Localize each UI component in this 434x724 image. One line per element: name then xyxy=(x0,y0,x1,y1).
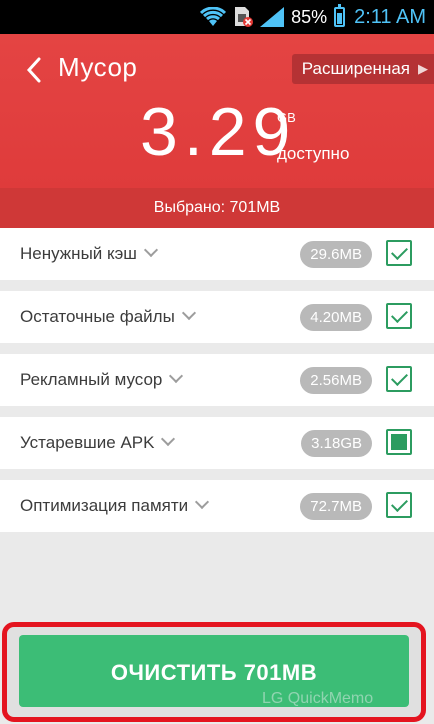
chevron-down-icon[interactable] xyxy=(169,368,184,384)
chevron-down-icon[interactable] xyxy=(195,494,210,510)
list-item[interactable]: Оптимизация памяти 72.7MB xyxy=(0,480,434,532)
chevron-down-icon[interactable] xyxy=(143,242,159,258)
item-label: Устаревшие APK xyxy=(20,417,176,469)
list-item[interactable]: Ненужный кэш 29.6MB xyxy=(0,228,434,280)
size-badge: 72.7MB xyxy=(300,493,372,520)
item-label: Оптимизация памяти xyxy=(20,480,210,532)
size-badge: 2.56MB xyxy=(300,367,372,394)
item-label-text: Ненужный кэш xyxy=(20,244,137,263)
chevron-left-icon xyxy=(26,57,41,83)
item-label-text: Рекламный мусор xyxy=(20,370,163,389)
item-checkbox[interactable] xyxy=(386,492,412,518)
advanced-button-label: Расширенная xyxy=(301,59,410,78)
list-item[interactable]: Остаточные файлы 4.20MB xyxy=(0,291,434,343)
triangle-right-icon: ▶ xyxy=(418,61,428,76)
status-icons: 85% 2:11 AM xyxy=(200,0,426,34)
item-label-text: Оптимизация памяти xyxy=(20,496,189,515)
size-badge: 3.18GB xyxy=(301,430,372,457)
item-checkbox[interactable] xyxy=(386,303,412,329)
header: Мусор Расширенная ▶ 3.29 GB доступно xyxy=(0,34,434,188)
sim-card-blocked-icon xyxy=(235,7,254,27)
wifi-icon xyxy=(200,7,227,26)
item-label-text: Устаревшие APK xyxy=(20,433,155,452)
page-title: Мусор xyxy=(58,52,138,82)
chevron-down-icon[interactable] xyxy=(181,305,196,321)
advanced-button[interactable]: Расширенная ▶ xyxy=(291,54,434,84)
clock: 2:11 AM xyxy=(354,5,426,28)
size-badge: 29.6MB xyxy=(300,241,372,268)
list-item[interactable]: Устаревшие APK 3.18GB xyxy=(0,417,434,469)
watermark: LG QuickMemo xyxy=(262,690,374,707)
available-label: доступно xyxy=(277,144,350,163)
item-checkbox[interactable] xyxy=(386,240,412,266)
size-badge: 4.20MB xyxy=(300,304,372,331)
item-label: Рекламный мусор xyxy=(20,354,184,406)
item-checkbox[interactable] xyxy=(386,366,412,392)
battery-charging-icon xyxy=(334,4,346,27)
item-label: Остаточные файлы xyxy=(20,291,196,343)
chevron-down-icon[interactable] xyxy=(161,431,176,447)
selected-summary: Выбрано: 701MB xyxy=(0,188,434,228)
battery-percent: 85% xyxy=(291,6,328,27)
amount-unit: GB xyxy=(277,110,296,125)
status-bar: 85% 2:11 AM xyxy=(0,0,434,34)
signal-icon xyxy=(260,7,285,27)
available-amount: 3.29 xyxy=(140,94,297,170)
item-label: Ненужный кэш xyxy=(20,228,159,280)
item-label-text: Остаточные файлы xyxy=(20,307,175,326)
item-checkbox[interactable] xyxy=(386,429,412,455)
list-item[interactable]: Рекламный мусор 2.56MB xyxy=(0,354,434,406)
